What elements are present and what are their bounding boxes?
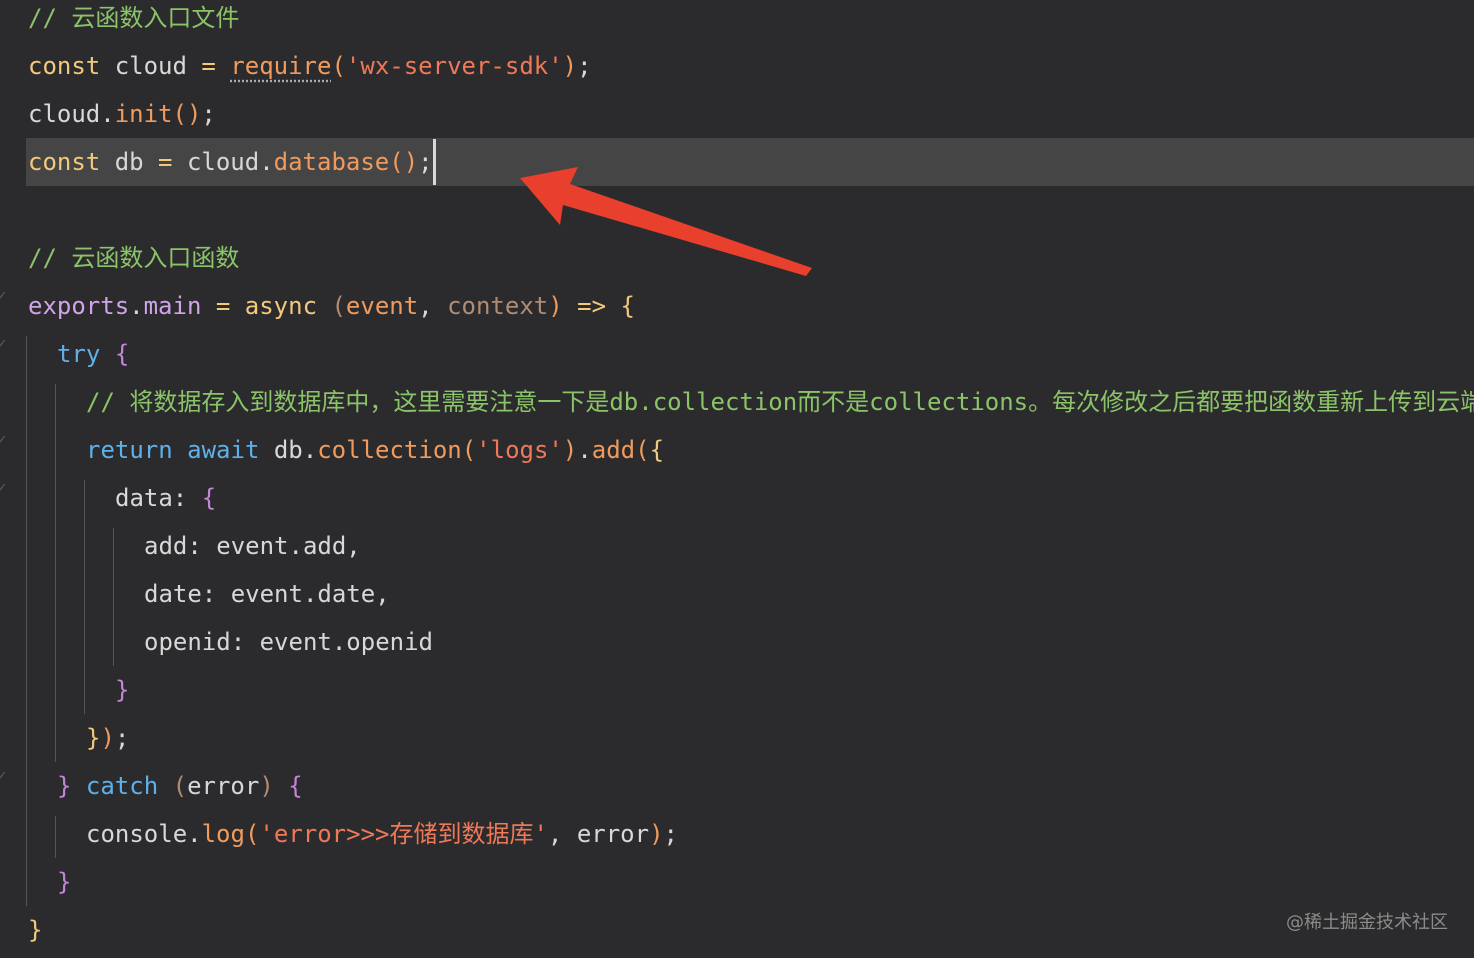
annotation-arrow [520, 167, 812, 276]
watermark: @稀土掘金技术社区 [1286, 912, 1448, 933]
